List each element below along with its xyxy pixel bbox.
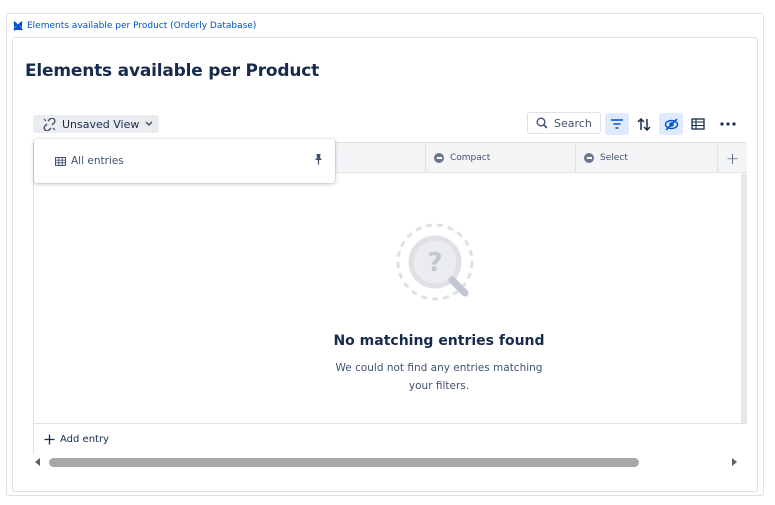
svg-text:?: ? [427,248,442,278]
column-header-label: Select [600,153,628,163]
hide-fields-icon [664,117,678,131]
add-entry-label: Add entry [60,434,109,445]
pin-icon[interactable] [314,153,323,165]
empty-state-title: No matching entries found [333,333,545,349]
sort-button[interactable] [632,113,656,135]
table-layout-button[interactable] [686,113,710,135]
scroll-right-arrow-icon[interactable] [732,458,737,466]
more-icon [720,122,736,126]
view-dropdown-menu: All entries [34,139,335,183]
vertical-scrollbar[interactable] [741,174,747,423]
unlink-view-icon [43,117,56,131]
table-icon [55,156,66,166]
plus-icon: + [725,148,740,168]
entries-table: Compact Select + ? No matching entries f… [33,142,747,455]
more-options-button[interactable] [716,113,740,135]
empty-state-illustration: ? [334,218,544,322]
sort-icon [637,117,651,131]
search-input[interactable]: Search [527,112,601,134]
orderly-logo-icon [13,21,23,31]
filter-icon [611,119,623,129]
view-selector-label: Unsaved View [62,117,140,131]
view-selector-button[interactable]: Unsaved View [33,115,159,133]
magnifier-question-icon: ? [396,223,474,301]
empty-state-description: We could not find any entries matching y… [335,362,543,392]
horizontal-scrollbar[interactable] [33,455,742,469]
column-header-label: Compact [450,153,491,163]
hide-fields-button[interactable] [659,113,683,135]
page-title: Elements available per Product [25,61,320,81]
add-entry-button[interactable]: Add entry [34,423,747,455]
minus-circle-icon [584,153,594,163]
plus-icon [44,434,55,445]
search-placeholder: Search [554,116,592,130]
column-header-compact[interactable]: Compact [425,143,575,173]
scroll-left-arrow-icon[interactable] [35,458,40,466]
macro-header-label[interactable]: Elements available per Product (Orderly … [27,21,256,31]
table-layout-icon [691,118,705,130]
chevron-down-icon [145,121,153,127]
search-icon [536,117,548,129]
column-header-select[interactable]: Select [575,143,717,173]
minus-circle-icon [434,153,444,163]
add-column-button[interactable]: + [717,143,747,173]
filter-button[interactable] [605,113,629,135]
horizontal-scrollbar-thumb[interactable] [49,458,639,467]
view-option-all-entries[interactable]: All entries [71,155,124,167]
macro-header[interactable]: Elements available per Product (Orderly … [13,19,256,33]
